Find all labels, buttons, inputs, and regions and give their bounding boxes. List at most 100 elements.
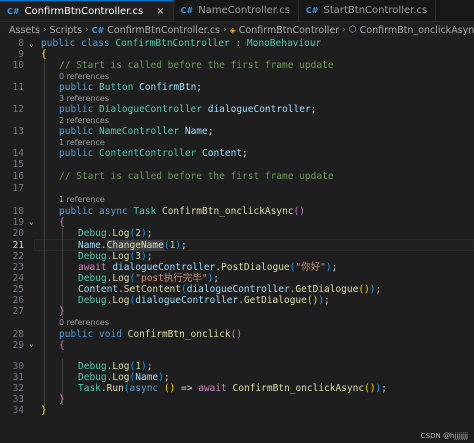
- token-variable: Content: [202, 148, 243, 159]
- code-line: {: [41, 49, 47, 60]
- token-punct: ;: [324, 295, 330, 306]
- code-line: Debug.Log(1);: [78, 361, 152, 372]
- line-number: 14: [12, 148, 24, 159]
- code-line: {: [59, 340, 65, 351]
- token-bracket: (): [364, 383, 376, 394]
- token-function: ConfirmBtn_onclickAsync: [161, 206, 294, 217]
- code-line: Debug.Log(dialogueController.GetDialogue…: [78, 295, 330, 306]
- token-bracket: (): [306, 295, 319, 306]
- fold-chevron-icon[interactable]: ⌄: [29, 338, 34, 349]
- tab-label: StartBtnController.cs: [323, 5, 428, 16]
- token-punct: ;: [207, 126, 214, 137]
- code-line: public DialogueController dialogueContro…: [59, 104, 316, 115]
- tab-namecontroller[interactable]: C# NameController.cs: [173, 0, 299, 21]
- line-number: 31: [12, 372, 24, 383]
- token-variable: Name: [135, 372, 159, 383]
- tab-label: NameController.cs: [198, 5, 290, 16]
- codelens-references[interactable]: 1 reference: [59, 195, 105, 205]
- code-area[interactable]: public class ConfirmBtnController : Mono…: [41, 38, 474, 443]
- code-line: Debug.Log(2);: [78, 228, 152, 239]
- token-type: DialogueController: [99, 104, 208, 115]
- token-keyword: public async: [59, 206, 134, 217]
- code-line-current: Name.ChangeName(1);: [78, 240, 187, 251]
- fold-chevron-icon[interactable]: ⌄: [29, 38, 34, 49]
- fold-chevron-icon[interactable]: ⌄: [29, 216, 34, 227]
- line-number: 12: [12, 104, 24, 115]
- breadcrumb-class[interactable]: ConfirmBtnController: [239, 25, 339, 36]
- token-variable: Content: [78, 284, 119, 295]
- line-number-gutter: 8 9 10 11 12 13 14 15 16 17 18 19 20 21 22 23 24 25 26 27 28…: [0, 38, 34, 443]
- token-function: Log: [112, 273, 130, 284]
- csharp-file-icon: C#: [7, 6, 20, 16]
- breadcrumb: Assets › Scripts › C# ConfirmBtnControll…: [0, 22, 474, 38]
- code-line: await dialogueController.PostDialogue("你…: [78, 262, 337, 273]
- token-variable: dialogueController: [135, 295, 239, 306]
- editor-window: C# ConfirmBtnController.cs × C# NameCont…: [0, 0, 474, 443]
- code-line: public async Task ConfirmBtn_onclickAsyn…: [59, 206, 305, 217]
- code-line: public class ConfirmBtnController : Mono…: [41, 38, 321, 49]
- line-number: 25: [12, 284, 24, 295]
- token-type: Debug: [78, 295, 107, 306]
- token-function: GetDialogue: [243, 295, 307, 306]
- line-number: 16: [12, 171, 24, 182]
- codelens-references[interactable]: 0 references: [59, 72, 109, 82]
- code-line: // Start is called before the first fram…: [59, 60, 334, 71]
- codelens-references[interactable]: 0 references: [59, 318, 109, 328]
- csharp-file-icon: C#: [305, 6, 319, 15]
- line-number: 8: [18, 38, 24, 49]
- line-number: 34: [12, 405, 24, 416]
- token-punct: ;: [242, 148, 248, 159]
- code-line: }: [59, 306, 65, 317]
- code-line: public NameController Name;: [59, 126, 213, 137]
- token-function: ConfirmBtn_onclickAsync: [232, 383, 365, 394]
- token-variable: Name: [184, 126, 208, 137]
- token-punct: ;: [146, 251, 153, 262]
- chevron-right-icon: ›: [342, 25, 346, 35]
- breadcrumb-file[interactable]: ConfirmBtnController.cs: [107, 25, 220, 36]
- breadcrumb-method[interactable]: ConfirmBtn_onclickAsync(): [360, 25, 474, 36]
- token-type: Debug: [78, 273, 107, 284]
- token-punct: =>: [175, 383, 199, 394]
- token-type: Debug: [78, 251, 107, 262]
- token-type: ConfirmBtnController: [115, 38, 230, 49]
- token-punct: ;: [146, 228, 153, 239]
- token-function: Log: [112, 361, 130, 372]
- token-type: Debug: [78, 228, 107, 239]
- csharp-file-icon: C#: [91, 25, 105, 35]
- line-number: 29: [12, 340, 24, 351]
- code-editor[interactable]: 8 9 10 11 12 13 14 15 16 17 18 19 20 21 22 23 24 25 26 27 28…: [0, 38, 474, 443]
- line-number: 32: [12, 383, 24, 394]
- token-function: Log: [112, 295, 130, 306]
- chevron-right-icon: ›: [85, 25, 89, 35]
- token-variable: Name: [78, 240, 101, 251]
- line-number: 23: [12, 262, 24, 273]
- token-string: "你好": [295, 262, 326, 273]
- close-icon[interactable]: ×: [156, 6, 164, 17]
- token-control: await: [198, 383, 233, 394]
- code-line: Debug.Log(Name);: [78, 372, 170, 383]
- token-type: ContentController: [99, 148, 202, 159]
- breadcrumb-assets[interactable]: Assets: [9, 25, 40, 36]
- token-keyword: public void: [59, 329, 128, 340]
- csharp-file-icon: C#: [180, 6, 194, 15]
- tab-startbtncontroller[interactable]: C# StartBtnController.cs: [298, 0, 437, 21]
- token-function: GetDialogue: [295, 284, 359, 295]
- codelens-references[interactable]: 3 references: [59, 94, 109, 104]
- token-type: MonoBehaviour: [246, 38, 322, 49]
- token-punct: ;: [146, 361, 153, 372]
- token-function: Log: [112, 251, 130, 262]
- tab-confirmbtncontroller[interactable]: C# ConfirmBtnController.cs ×: [0, 0, 174, 21]
- class-icon: ◈: [229, 25, 236, 35]
- token-type: Debug: [78, 372, 107, 383]
- line-number: 11: [12, 82, 24, 93]
- codelens-references[interactable]: 2 references: [59, 116, 109, 126]
- token-function: Log: [112, 228, 130, 239]
- token-punct: ;: [213, 273, 220, 284]
- codelens-references[interactable]: 1 reference: [59, 138, 105, 148]
- token-function: Log: [112, 372, 130, 383]
- indent-guide: [44, 49, 45, 415]
- token-control: await: [78, 262, 113, 273]
- token-punct: ;: [375, 284, 382, 295]
- line-number: 19: [12, 217, 24, 228]
- breadcrumb-scripts[interactable]: Scripts: [50, 25, 83, 36]
